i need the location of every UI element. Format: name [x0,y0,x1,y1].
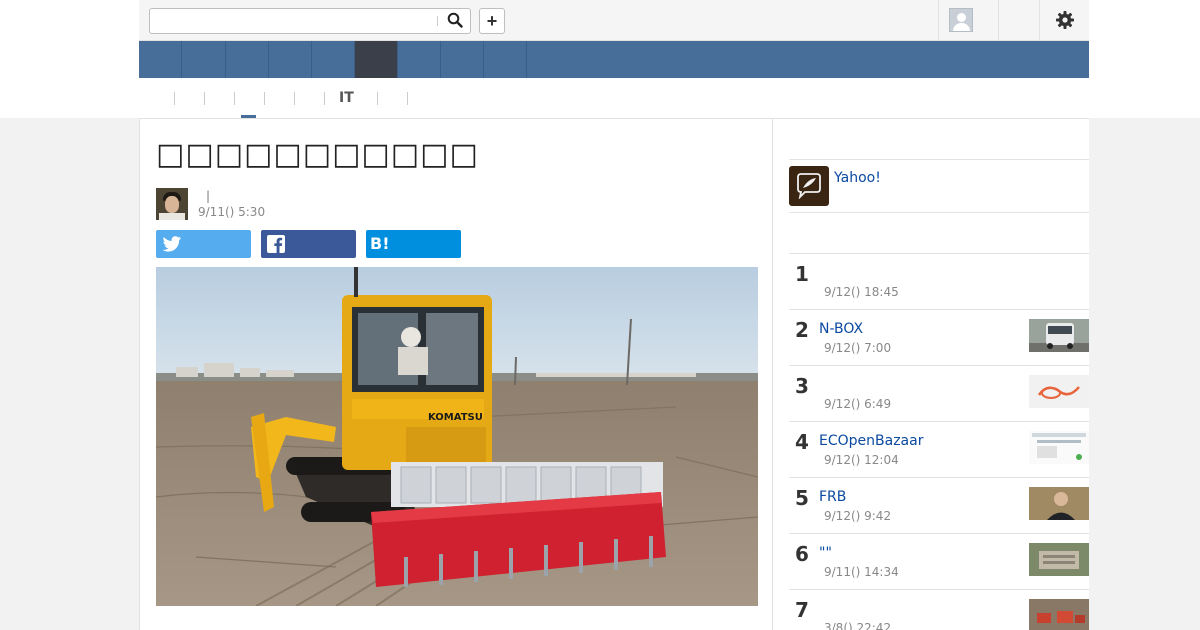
rank-thumbnail-tractors[interactable] [1029,599,1089,630]
rank-date: 9/12() 6:49 [824,397,892,411]
rank-title[interactable]: ECOpenBazaar [819,433,923,449]
rank-thumbnail-website[interactable] [1029,431,1089,464]
nav-tab-3[interactable] [226,41,269,78]
author-separator: | [206,189,211,203]
subnav-separator [204,92,205,105]
subnav-separator [234,92,235,105]
subnav-item-it[interactable]: IT [339,90,354,106]
nav-tab-6-active[interactable] [355,41,398,78]
nav-tab-1[interactable] [139,41,182,78]
article-photo[interactable]: KOMATSU [156,267,758,606]
subnav-separator [324,92,325,105]
gear-icon [1056,11,1074,29]
hatena-bookmark-icon: B! [370,234,390,253]
notification-slot[interactable] [998,0,1039,40]
settings-button[interactable] [1039,0,1089,40]
photo-brand-text: KOMATSU [428,412,483,423]
rank-date: 9/12() 9:42 [824,509,892,523]
twitter-bird-icon [162,236,181,252]
ranking-item[interactable]: 6 "" 9/11() 14:34 [789,533,1089,589]
ranking-item[interactable]: 2 N-BOX 9/12() 7:00 [789,309,1089,365]
main-nav [139,41,1089,78]
nav-tab-8[interactable] [441,41,484,78]
promo-label[interactable]: Yahoo! [834,170,881,186]
nav-tab-9[interactable] [484,41,527,78]
ranking-item[interactable]: 5 FRB 9/12() 9:42 [789,477,1089,533]
subnav-separator [377,92,378,105]
article-title: □□□□□□□□□□□ [156,137,479,172]
rank-thumbnail-cable[interactable] [1029,375,1089,408]
rank-date: 9/12() 18:45 [824,285,899,299]
facebook-icon [267,235,285,253]
rank-number: 7 [795,598,809,622]
rank-number: 4 [795,430,809,454]
rank-number: 3 [795,374,809,398]
rank-date: 3/8() 22:42 [824,621,892,630]
rank-number: 1 [795,262,809,286]
twitter-share-button[interactable] [156,230,251,258]
article-date: 9/11() 5:30 [198,205,266,219]
rank-number: 6 [795,542,809,566]
search-input[interactable] [150,9,436,33]
rank-date: 9/11() 14:34 [824,565,899,579]
rank-date: 9/12() 12:04 [824,453,899,467]
rank-number: 2 [795,318,809,342]
tractor-photo-image: KOMATSU [156,267,758,606]
user-avatar-icon [949,8,973,32]
subnav-separator [294,92,295,105]
promo-link[interactable]: Yahoo! [789,159,1089,213]
subnav-separator [264,92,265,105]
rank-number: 5 [795,486,809,510]
rank-title[interactable]: N-BOX [819,321,863,337]
rank-title[interactable]: FRB [819,489,846,505]
feather-pen-icon [789,166,829,206]
subnav-separator [174,92,175,105]
rank-date: 9/12() 7:00 [824,341,892,355]
search-icon [447,12,463,28]
author-avatar[interactable] [156,188,188,220]
search-box [149,8,471,34]
rank-thumbnail-building[interactable] [1029,543,1089,576]
sidebar: Yahoo! 1 9/12() 18:45 2 N-BOX 9/12() 7:0… [773,118,1089,630]
nav-tab-5[interactable] [312,41,355,78]
nav-tab-2[interactable] [182,41,226,78]
ranking-item[interactable]: 4 ECOpenBazaar 9/12() 12:04 [789,421,1089,477]
ranking-item[interactable]: 1 9/12() 18:45 [789,253,1089,309]
user-menu[interactable] [938,0,998,40]
top-bar: + [139,0,1089,41]
subnav-separator [407,92,408,105]
hatena-bookmark-button[interactable]: B! [366,230,461,258]
search-button[interactable] [442,10,468,32]
add-button[interactable]: + [479,8,505,34]
rank-thumbnail-car[interactable] [1029,319,1089,352]
rank-thumbnail-person[interactable] [1029,487,1089,520]
rank-title[interactable]: "" [819,545,832,561]
nav-tab-7[interactable] [398,41,441,78]
article: □□□□□□□□□□□ | 9/11() 5:30 B! KOMATSU [139,118,773,630]
search-divider [437,16,438,26]
nav-tab-4[interactable] [269,41,312,78]
ranking-item[interactable]: 7 3/8() 22:42 [789,589,1089,630]
sub-nav: IT [139,78,1089,118]
facebook-share-button[interactable] [261,230,356,258]
ranking-item[interactable]: 3 9/12() 6:49 [789,365,1089,421]
